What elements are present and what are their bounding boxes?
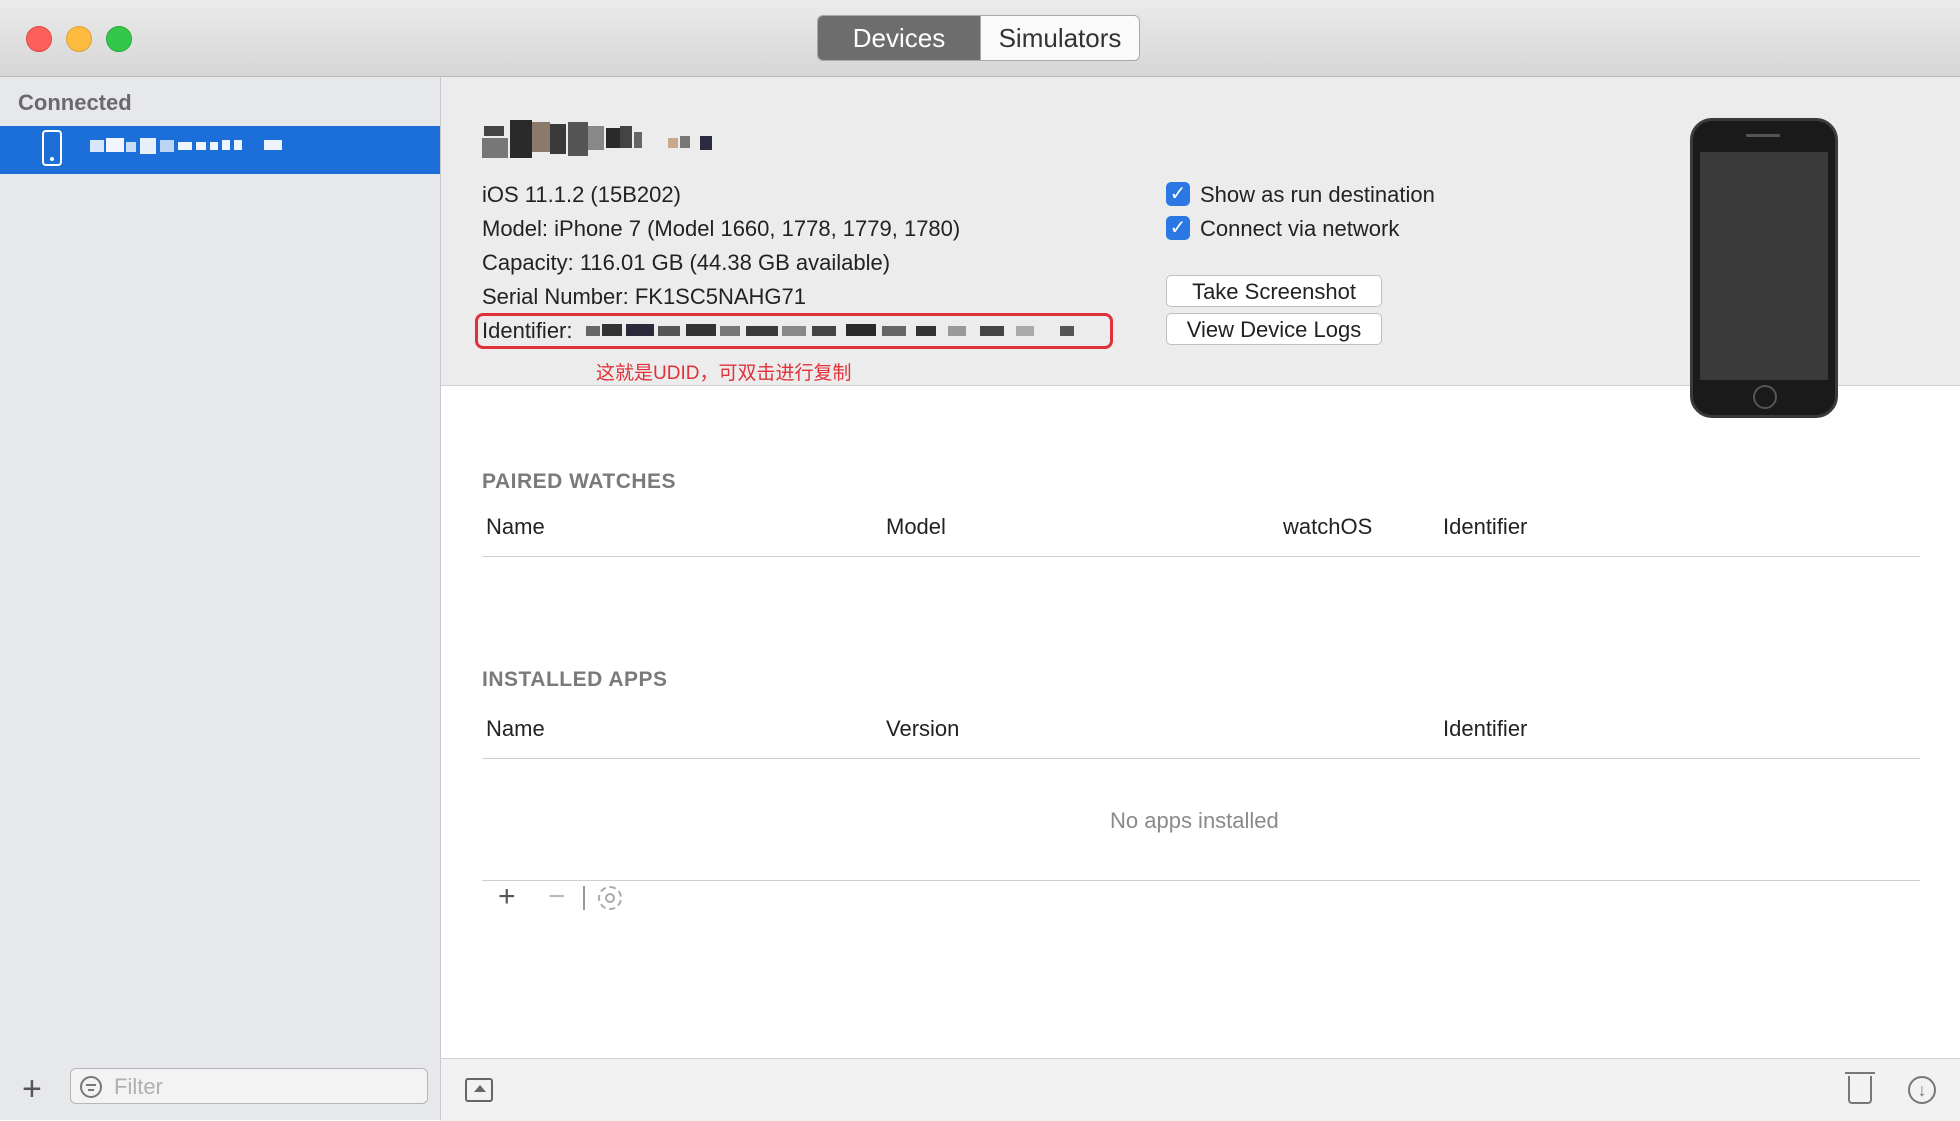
sidebar	[0, 77, 441, 1120]
toolbar-separator	[583, 886, 585, 910]
watches-col-identifier[interactable]: Identifier	[1443, 514, 1527, 540]
remove-app-minus-icon[interactable]: −	[548, 882, 566, 912]
apps-col-name[interactable]: Name	[486, 716, 545, 742]
sidebar-item-device[interactable]	[0, 126, 440, 174]
show-as-run-destination-checkbox[interactable]: ✓	[1166, 182, 1190, 206]
watches-col-watchos[interactable]: watchOS	[1283, 514, 1372, 540]
take-screenshot-button[interactable]: Take Screenshot	[1166, 275, 1382, 307]
udid-highlight-box	[475, 313, 1113, 349]
apps-col-version[interactable]: Version	[886, 716, 959, 742]
tab-simulators[interactable]: Simulators	[980, 16, 1139, 60]
tab-devices[interactable]: Devices	[818, 16, 980, 60]
watches-header-divider	[482, 556, 1920, 557]
sidebar-section-connected: Connected	[18, 90, 132, 115]
install-app-plus-icon[interactable]: +	[498, 882, 516, 912]
connect-via-network-checkbox[interactable]: ✓	[1166, 216, 1190, 240]
apps-header-divider	[482, 758, 1920, 759]
filter-input[interactable]	[112, 1072, 416, 1102]
device-serial-number: Serial Number: FK1SC5NAHG71	[482, 284, 807, 309]
watches-col-name[interactable]: Name	[486, 514, 545, 540]
watches-col-model[interactable]: Model	[886, 514, 946, 540]
device-name-redacted	[482, 118, 762, 162]
udid-annotation: 这就是UDID，可双击进行复制	[596, 363, 852, 384]
no-apps-message: No apps installed	[1110, 808, 1279, 833]
gear-icon[interactable]	[598, 886, 622, 910]
apps-col-identifier[interactable]: Identifier	[1443, 716, 1527, 742]
minimize-window-button[interactable]	[66, 26, 92, 52]
device-image-speaker	[1746, 134, 1780, 137]
device-image-screen	[1700, 152, 1828, 380]
connect-via-network-label: Connect via network	[1200, 216, 1400, 241]
zoom-window-button[interactable]	[106, 26, 132, 52]
device-os-version: iOS 11.1.2 (15B202)	[482, 182, 681, 207]
download-icon[interactable]: ↓	[1908, 1076, 1936, 1104]
filter-icon	[80, 1076, 102, 1098]
apps-footer-divider	[482, 880, 1920, 881]
trash-icon[interactable]	[1845, 1072, 1875, 1104]
iphone-icon	[42, 130, 62, 166]
device-image-home-button	[1753, 385, 1777, 409]
installed-apps-title: INSTALLED APPS	[482, 668, 668, 691]
add-device-plus-icon[interactable]: +	[22, 1072, 42, 1106]
show-as-run-destination-label: Show as run destination	[1200, 182, 1435, 207]
devices-simulators-segmented-control: Devices Simulators	[817, 15, 1140, 61]
bottom-bar	[441, 1058, 1960, 1121]
device-model: Model: iPhone 7 (Model 1660, 1778, 1779,…	[482, 216, 961, 241]
view-device-logs-button[interactable]: View Device Logs	[1166, 313, 1382, 345]
close-window-button[interactable]	[26, 26, 52, 52]
paired-watches-title: PAIRED WATCHES	[482, 470, 677, 493]
device-capacity: Capacity: 116.01 GB (44.38 GB available)	[482, 250, 891, 275]
show-panel-icon[interactable]	[465, 1078, 493, 1102]
